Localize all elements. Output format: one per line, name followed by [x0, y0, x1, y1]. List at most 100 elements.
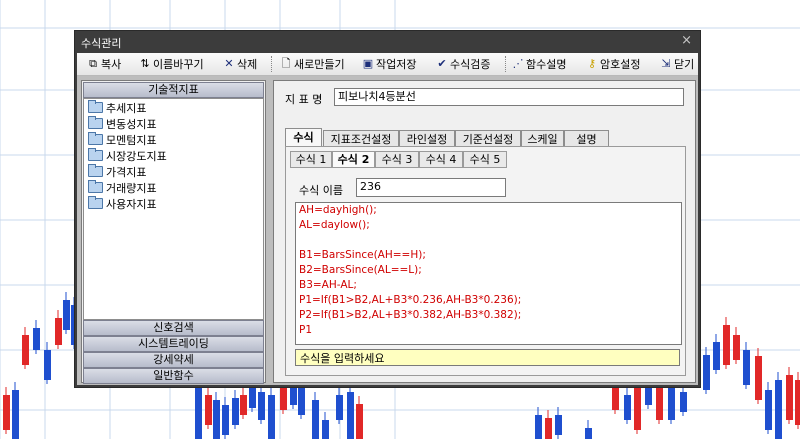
tab-indicator-condition[interactable]: 지표조건설정	[323, 130, 399, 147]
code-line: P1=If(B1>B2,AL+B3*0.236,AH-B3*0.236);	[299, 294, 522, 306]
verify-label: 수식검증	[450, 58, 491, 71]
candle-body	[222, 405, 229, 435]
candle-body	[733, 335, 740, 360]
indicator-tree: 추세지표 변동성지표 모멘텀지표 시장강도지표 가격지표 거래량지표 사용자지표	[83, 98, 264, 320]
candle-body	[723, 325, 730, 365]
indicator-name-field[interactable]: 피보나치4등분선	[334, 88, 684, 106]
tree-item-volume[interactable]: 거래량지표	[88, 180, 157, 195]
copy-button[interactable]: ⧉ 복사	[87, 56, 121, 72]
formula-code-editor[interactable]: AH=dayhigh(); AL=daylow(); B1=BarsSince(…	[295, 202, 682, 345]
code-line: B2=BarsSince(AL==L);	[299, 264, 422, 276]
candle-body	[3, 395, 10, 430]
candle-body	[213, 400, 220, 439]
candle-body	[795, 380, 800, 425]
candle-body	[44, 350, 51, 380]
rename-button[interactable]: ⇅ 이름바꾸기	[139, 56, 204, 72]
candle-body	[680, 392, 687, 412]
indicator-name-label: 지 표 명	[285, 93, 323, 106]
candle-body	[63, 300, 70, 330]
close-label: 닫기	[674, 58, 695, 71]
tree-item-label: 가격지표	[106, 165, 147, 179]
new-file-icon: 🗋	[281, 57, 291, 70]
candle-body	[12, 390, 19, 439]
candle-body	[347, 392, 354, 439]
candle-body	[298, 385, 305, 415]
code-line: AH=dayhigh();	[299, 204, 377, 216]
tree-item-user[interactable]: 사용자지표	[88, 196, 157, 211]
tree-item-label: 거래량지표	[106, 181, 157, 195]
window-title: 수식관리	[81, 37, 122, 50]
password-button[interactable]: ⚷ 암호설정	[586, 56, 641, 72]
category-header-signal-search[interactable]: 신호검색	[83, 320, 264, 336]
candle-body	[786, 375, 793, 420]
tree-item-market-strength[interactable]: 시장강도지표	[88, 148, 167, 163]
code-line: P1	[299, 324, 313, 336]
folder-icon	[88, 116, 103, 129]
category-header-strength[interactable]: 강세약세	[83, 352, 264, 368]
checkmark-icon: ✔	[437, 57, 447, 70]
candle-body	[624, 395, 631, 420]
verify-button[interactable]: ✔ 수식검증	[436, 56, 490, 72]
hint-bar: 수식을 입력하세요	[295, 349, 680, 366]
password-label: 암호설정	[600, 58, 641, 71]
tab-formula[interactable]: 수식	[285, 128, 322, 147]
subtab-formula-3[interactable]: 수식 3	[375, 151, 419, 168]
code-line: B3=AH-AL;	[299, 279, 357, 291]
candle-body	[743, 350, 750, 385]
new-button[interactable]: 🗋 새로만들기	[280, 56, 345, 72]
tree-item-label: 모멘텀지표	[106, 133, 157, 147]
formula-name-field[interactable]: 236	[356, 178, 506, 197]
category-header-system-trading[interactable]: 시스템트레이딩	[83, 336, 264, 352]
candle-body	[668, 385, 675, 420]
toolbar-divider	[505, 56, 507, 72]
folder-icon	[88, 132, 103, 145]
rename-label: 이름바꾸기	[153, 58, 204, 71]
subtab-formula-5[interactable]: 수식 5	[463, 151, 507, 168]
subtab-formula-2[interactable]: 수식 2	[332, 151, 375, 168]
title-bar[interactable]: 수식관리 ×	[75, 31, 700, 53]
candle-body	[765, 390, 772, 430]
folder-icon	[88, 164, 103, 177]
tree-item-volatility[interactable]: 변동성지표	[88, 116, 157, 131]
tab-description[interactable]: 설명	[564, 130, 609, 147]
tree-item-label: 추세지표	[106, 101, 147, 115]
tree-item-trend[interactable]: 추세지표	[88, 100, 146, 115]
save-label: 작업저장	[376, 58, 417, 71]
code-line: AL=daylow();	[299, 219, 370, 231]
tab-baseline-settings[interactable]: 기준선설정	[455, 130, 521, 147]
candle-body	[205, 395, 212, 425]
category-header-general-functions[interactable]: 일반함수	[83, 368, 264, 384]
delete-label: 삭제	[237, 58, 258, 71]
tab-scale[interactable]: 스케일	[521, 130, 564, 147]
save-button[interactable]: ▣ 작업저장	[362, 56, 417, 72]
folder-icon	[88, 196, 103, 209]
magic-wand-icon: ⋰	[512, 57, 524, 70]
delete-icon: ✕	[224, 57, 234, 70]
save-icon: ▣	[362, 57, 374, 70]
copy-icon: ⧉	[89, 57, 97, 70]
code-line: P2=If(B1>B2,AL+B3*0.382,AH-B3*0.382);	[299, 309, 522, 321]
copy-label: 복사	[101, 58, 122, 71]
tree-item-label: 사용자지표	[106, 197, 157, 211]
tab-line-settings[interactable]: 라인설정	[399, 130, 455, 147]
rename-icon: ⇅	[140, 57, 150, 70]
tree-item-momentum[interactable]: 모멘텀지표	[88, 132, 157, 147]
formula-name-label: 수식 이름	[299, 184, 343, 197]
candle-body	[268, 395, 275, 439]
subtab-formula-1[interactable]: 수식 1	[290, 151, 332, 168]
close-icon[interactable]: ×	[681, 33, 692, 48]
delete-button[interactable]: ✕ 삭제	[223, 56, 257, 72]
candle-body	[240, 395, 247, 415]
candle-body	[356, 404, 363, 439]
toolbar: ⧉ 복사 ⇅ 이름바꾸기 ✕ 삭제 🗋 새로만들기 ▣ 작업저장 ✔ 수식검증 …	[77, 53, 698, 76]
candle-body	[322, 420, 329, 439]
tree-item-price[interactable]: 가격지표	[88, 164, 146, 179]
candle-body	[22, 335, 29, 365]
category-header-technical[interactable]: 기술적지표	[83, 82, 264, 98]
close-button[interactable]: ⇲ 닫기	[660, 56, 694, 72]
candle-body	[336, 395, 343, 420]
code-line: B1=BarsSince(AH==H);	[299, 249, 426, 261]
function-help-button[interactable]: ⋰ 함수설명	[512, 56, 567, 72]
subtab-formula-4[interactable]: 수식 4	[419, 151, 463, 168]
candle-body	[249, 388, 256, 408]
